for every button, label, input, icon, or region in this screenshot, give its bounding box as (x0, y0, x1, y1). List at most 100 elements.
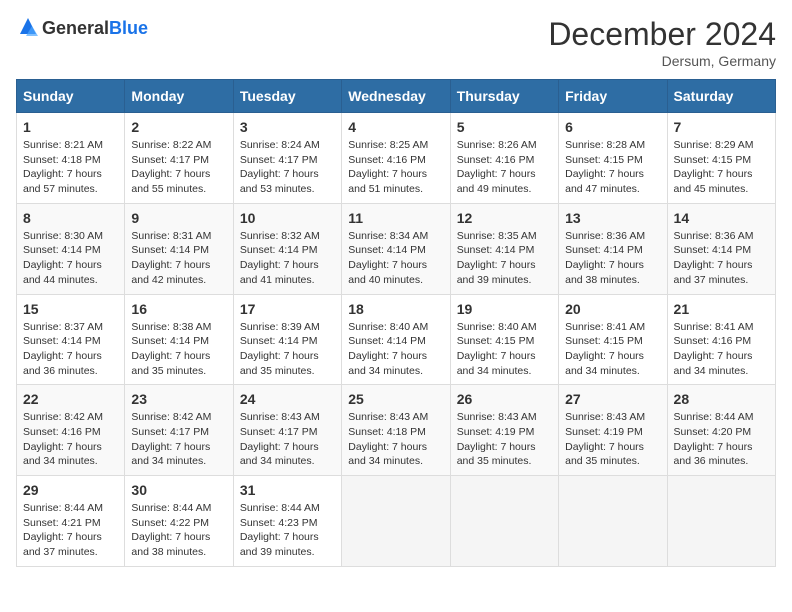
logo: GeneralBlue (16, 16, 148, 40)
calendar-cell: 26 Sunrise: 8:43 AMSunset: 4:19 PMDayligh… (450, 385, 558, 476)
day-number: 2 (131, 119, 226, 135)
day-info: Sunrise: 8:25 AMSunset: 4:16 PMDaylight:… (348, 138, 443, 197)
calendar-header-wednesday: Wednesday (342, 80, 450, 113)
day-info: Sunrise: 8:38 AMSunset: 4:14 PMDaylight:… (131, 320, 226, 379)
day-info: Sunrise: 8:43 AMSunset: 4:18 PMDaylight:… (348, 410, 443, 469)
day-info: Sunrise: 8:41 AMSunset: 4:16 PMDaylight:… (674, 320, 769, 379)
calendar-cell: 6 Sunrise: 8:28 AMSunset: 4:15 PMDaylight… (559, 113, 667, 204)
day-number: 23 (131, 391, 226, 407)
calendar-header-monday: Monday (125, 80, 233, 113)
day-number: 16 (131, 301, 226, 317)
day-number: 1 (23, 119, 118, 135)
day-number: 29 (23, 482, 118, 498)
day-info: Sunrise: 8:31 AMSunset: 4:14 PMDaylight:… (131, 229, 226, 288)
calendar-cell: 4Sunrise: 8:25 AMSunset: 4:16 PMDaylight… (342, 113, 450, 204)
day-info: Sunrise: 8:40 AMSunset: 4:14 PMDaylight:… (348, 320, 443, 379)
location-subtitle: Dersum, Germany (548, 53, 776, 69)
day-number: 27 (565, 391, 660, 407)
logo-icon (16, 16, 40, 40)
day-info: Sunrise: 8:43 AMSunset: 4:19 PMDaylight:… (565, 410, 660, 469)
page-header: GeneralBlue December 2024 Dersum, German… (16, 16, 776, 69)
calendar-cell: 21 Sunrise: 8:41 AMSunset: 4:16 PMDayligh… (667, 294, 775, 385)
calendar-cell: 17 Sunrise: 8:39 AMSunset: 4:14 PMDayligh… (233, 294, 341, 385)
day-info: Sunrise: 8:35 AMSunset: 4:14 PMDaylight:… (457, 229, 552, 288)
day-info: Sunrise: 8:44 AMSunset: 4:21 PMDaylight:… (23, 501, 118, 560)
calendar-table: SundayMondayTuesdayWednesdayThursdayFrid… (16, 79, 776, 567)
day-number: 21 (674, 301, 769, 317)
day-number: 5 (457, 119, 552, 135)
calendar-cell: 24 Sunrise: 8:43 AMSunset: 4:17 PMDayligh… (233, 385, 341, 476)
day-number: 13 (565, 210, 660, 226)
calendar-cell: 13 Sunrise: 8:36 AMSunset: 4:14 PMDayligh… (559, 203, 667, 294)
day-number: 20 (565, 301, 660, 317)
calendar-cell: 3Sunrise: 8:24 AMSunset: 4:17 PMDaylight… (233, 113, 341, 204)
day-number: 7 (674, 119, 769, 135)
day-number: 18 (348, 301, 443, 317)
calendar-week-row: 8 Sunrise: 8:30 AMSunset: 4:14 PMDaylight… (17, 203, 776, 294)
calendar-cell: 11Sunrise: 8:34 AMSunset: 4:14 PMDayligh… (342, 203, 450, 294)
calendar-cell: 14 Sunrise: 8:36 AMSunset: 4:14 PMDayligh… (667, 203, 775, 294)
day-info: Sunrise: 8:43 AMSunset: 4:19 PMDaylight:… (457, 410, 552, 469)
day-info: Sunrise: 8:36 AMSunset: 4:14 PMDaylight:… (565, 229, 660, 288)
logo-general-text: General (42, 18, 109, 39)
calendar-cell: 5Sunrise: 8:26 AMSunset: 4:16 PMDaylight… (450, 113, 558, 204)
calendar-cell: 31Sunrise: 8:44 AMSunset: 4:23 PMDayligh… (233, 476, 341, 567)
calendar-cell: 23Sunrise: 8:42 AMSunset: 4:17 PMDayligh… (125, 385, 233, 476)
calendar-cell: 2Sunrise: 8:22 AMSunset: 4:17 PMDaylight… (125, 113, 233, 204)
calendar-cell: 9 Sunrise: 8:31 AMSunset: 4:14 PMDaylight… (125, 203, 233, 294)
title-section: December 2024 Dersum, Germany (548, 16, 776, 69)
day-number: 24 (240, 391, 335, 407)
calendar-header-tuesday: Tuesday (233, 80, 341, 113)
day-info: Sunrise: 8:43 AMSunset: 4:17 PMDaylight:… (240, 410, 335, 469)
day-number: 8 (23, 210, 118, 226)
day-number: 14 (674, 210, 769, 226)
day-info: Sunrise: 8:28 AMSunset: 4:15 PMDaylight:… (565, 138, 660, 197)
calendar-cell: 15Sunrise: 8:37 AMSunset: 4:14 PMDayligh… (17, 294, 125, 385)
day-info: Sunrise: 8:39 AMSunset: 4:14 PMDaylight:… (240, 320, 335, 379)
calendar-cell: 28Sunrise: 8:44 AMSunset: 4:20 PMDayligh… (667, 385, 775, 476)
calendar-header-thursday: Thursday (450, 80, 558, 113)
day-info: Sunrise: 8:41 AMSunset: 4:15 PMDaylight:… (565, 320, 660, 379)
day-number: 10 (240, 210, 335, 226)
calendar-week-row: 15Sunrise: 8:37 AMSunset: 4:14 PMDayligh… (17, 294, 776, 385)
day-number: 17 (240, 301, 335, 317)
day-number: 6 (565, 119, 660, 135)
day-info: Sunrise: 8:40 AMSunset: 4:15 PMDaylight:… (457, 320, 552, 379)
calendar-cell (667, 476, 775, 567)
calendar-cell (342, 476, 450, 567)
calendar-header-row: SundayMondayTuesdayWednesdayThursdayFrid… (17, 80, 776, 113)
day-number: 25 (348, 391, 443, 407)
calendar-cell: 7Sunrise: 8:29 AMSunset: 4:15 PMDaylight… (667, 113, 775, 204)
calendar-cell: 22Sunrise: 8:42 AMSunset: 4:16 PMDayligh… (17, 385, 125, 476)
calendar-week-row: 22Sunrise: 8:42 AMSunset: 4:16 PMDayligh… (17, 385, 776, 476)
day-number: 9 (131, 210, 226, 226)
day-info: Sunrise: 8:36 AMSunset: 4:14 PMDaylight:… (674, 229, 769, 288)
calendar-cell: 1 Sunrise: 8:21 AMSunset: 4:18 PMDaylight… (17, 113, 125, 204)
day-info: Sunrise: 8:37 AMSunset: 4:14 PMDaylight:… (23, 320, 118, 379)
calendar-header-sunday: Sunday (17, 80, 125, 113)
calendar-cell: 29 Sunrise: 8:44 AMSunset: 4:21 PMDayligh… (17, 476, 125, 567)
day-number: 22 (23, 391, 118, 407)
calendar-cell: 16 Sunrise: 8:38 AMSunset: 4:14 PMDayligh… (125, 294, 233, 385)
calendar-cell: 10Sunrise: 8:32 AMSunset: 4:14 PMDayligh… (233, 203, 341, 294)
calendar-header-saturday: Saturday (667, 80, 775, 113)
calendar-cell (559, 476, 667, 567)
day-info: Sunrise: 8:44 AMSunset: 4:23 PMDaylight:… (240, 501, 335, 560)
calendar-cell: 25 Sunrise: 8:43 AMSunset: 4:18 PMDayligh… (342, 385, 450, 476)
calendar-header-friday: Friday (559, 80, 667, 113)
calendar-cell: 27 Sunrise: 8:43 AMSunset: 4:19 PMDayligh… (559, 385, 667, 476)
calendar-week-row: 1 Sunrise: 8:21 AMSunset: 4:18 PMDaylight… (17, 113, 776, 204)
day-number: 19 (457, 301, 552, 317)
calendar-cell: 8 Sunrise: 8:30 AMSunset: 4:14 PMDaylight… (17, 203, 125, 294)
day-info: Sunrise: 8:21 AMSunset: 4:18 PMDaylight:… (23, 138, 118, 197)
calendar-cell: 12 Sunrise: 8:35 AMSunset: 4:14 PMDayligh… (450, 203, 558, 294)
day-number: 28 (674, 391, 769, 407)
logo-blue-text: Blue (109, 18, 148, 39)
day-number: 26 (457, 391, 552, 407)
day-number: 12 (457, 210, 552, 226)
calendar-cell (450, 476, 558, 567)
day-info: Sunrise: 8:44 AMSunset: 4:22 PMDaylight:… (131, 501, 226, 560)
day-number: 30 (131, 482, 226, 498)
day-info: Sunrise: 8:30 AMSunset: 4:14 PMDaylight:… (23, 229, 118, 288)
calendar-cell: 19 Sunrise: 8:40 AMSunset: 4:15 PMDayligh… (450, 294, 558, 385)
